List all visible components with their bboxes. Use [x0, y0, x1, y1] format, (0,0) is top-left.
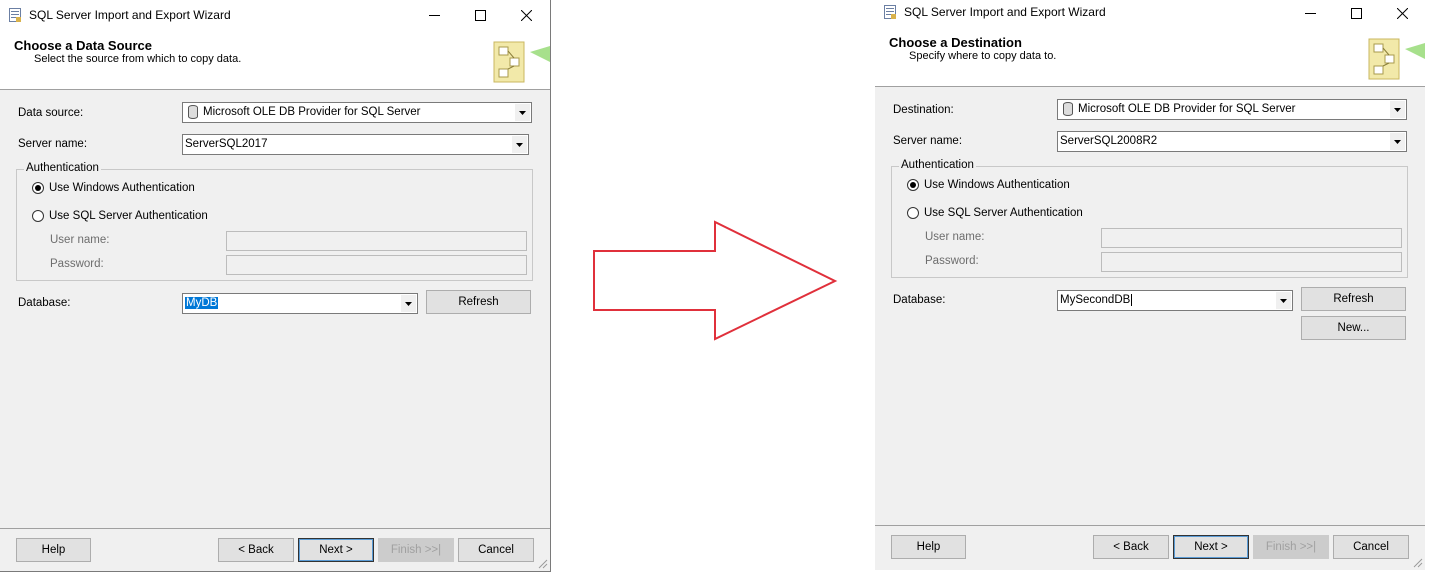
wizard-header: Choose a Data Source Select the source f… [0, 30, 550, 90]
chevron-down-icon [1280, 298, 1287, 303]
title-bar[interactable]: SQL Server Import and Export Wizard [875, 0, 1425, 27]
password-input[interactable] [226, 255, 527, 275]
windows-auth-label[interactable]: Use Windows Authentication [49, 182, 195, 194]
wizard-header-art [493, 41, 550, 83]
chevron-down-icon [1394, 107, 1401, 112]
windows-auth-label[interactable]: Use Windows Authentication [924, 179, 1070, 191]
refresh-button[interactable]: Refresh [1301, 287, 1406, 311]
destination-combo[interactable]: Microsoft OLE DB Provider for SQL Server [1057, 99, 1407, 120]
authentication-group-label: Authentication [24, 162, 101, 174]
destination-dropdown-button[interactable] [1390, 101, 1405, 118]
windows-auth-radio[interactable] [32, 182, 44, 194]
next-button[interactable]: Next > [1173, 535, 1249, 559]
page-subtitle: Select the source from which to copy dat… [34, 53, 242, 65]
sql-auth-radio[interactable] [32, 210, 44, 222]
authentication-group-label: Authentication [899, 159, 976, 171]
user-name-label: User name: [50, 234, 110, 246]
user-name-input[interactable] [1101, 228, 1402, 248]
close-icon [520, 9, 532, 21]
database-combo[interactable]: MyDB [182, 293, 418, 314]
destination-wizard-window: SQL Server Import and Export Wizard Choo… [875, 0, 1425, 570]
user-name-input[interactable] [226, 231, 527, 251]
page-subtitle: Specify where to copy data to. [909, 50, 1057, 62]
footer-divider [0, 528, 550, 529]
window-title: SQL Server Import and Export Wizard [904, 5, 1106, 19]
server-name-combo[interactable]: ServerSQL2008R2 [1057, 131, 1407, 152]
chevron-down-icon [1394, 139, 1401, 144]
title-bar[interactable]: SQL Server Import and Export Wizard [0, 0, 550, 30]
server-name-label: Server name: [893, 135, 963, 147]
database-dropdown-button[interactable] [1276, 292, 1291, 309]
database-label: Database: [893, 294, 946, 306]
next-button[interactable]: Next > [298, 538, 374, 562]
close-button[interactable] [1379, 0, 1425, 27]
data-source-combo[interactable]: Microsoft OLE DB Provider for SQL Server [182, 102, 532, 123]
wizard-app-icon [9, 8, 21, 22]
resize-grip-icon[interactable] [538, 559, 548, 569]
help-button[interactable]: Help [16, 538, 91, 562]
password-label: Password: [925, 255, 979, 267]
database-icon [188, 105, 198, 119]
back-button[interactable]: < Back [1093, 535, 1169, 559]
finish-button: Finish >>| [1253, 535, 1329, 559]
close-icon [1396, 8, 1408, 19]
server-name-label: Server name: [18, 138, 88, 150]
database-value: MyDB [185, 297, 219, 309]
wizard-header: Choose a Destination Specify where to co… [875, 27, 1425, 87]
database-combo[interactable]: MySecondDB [1057, 290, 1293, 311]
wizard-header-art [1368, 38, 1425, 80]
database-dropdown-button[interactable] [401, 295, 416, 312]
maximize-icon [474, 9, 486, 21]
cancel-button[interactable]: Cancel [1333, 535, 1409, 559]
back-button[interactable]: < Back [218, 538, 294, 562]
server-name-dropdown-button[interactable] [512, 136, 527, 153]
right-arrow-icon [593, 220, 838, 341]
maximize-icon [1350, 8, 1362, 19]
new-database-button[interactable]: New... [1301, 316, 1406, 340]
close-button[interactable] [503, 0, 549, 30]
wizard-app-icon [884, 5, 896, 19]
server-name-value: ServerSQL2017 [185, 138, 268, 150]
resize-grip-icon[interactable] [1413, 558, 1423, 568]
sql-auth-label[interactable]: Use SQL Server Authentication [924, 207, 1083, 219]
cancel-button[interactable]: Cancel [458, 538, 534, 562]
data-source-label: Data source: [18, 107, 84, 119]
window-title: SQL Server Import and Export Wizard [29, 8, 231, 22]
server-name-dropdown-button[interactable] [1390, 133, 1405, 150]
sql-auth-radio[interactable] [907, 207, 919, 219]
minimize-button[interactable] [1287, 0, 1333, 27]
footer-divider [875, 525, 1425, 526]
page-title: Choose a Destination [889, 35, 1022, 50]
data-source-value: Microsoft OLE DB Provider for SQL Server [203, 106, 421, 118]
page-title: Choose a Data Source [14, 38, 152, 53]
destination-label: Destination: [893, 104, 954, 116]
minimize-icon [1304, 13, 1316, 14]
password-input[interactable] [1101, 252, 1402, 272]
sql-auth-label[interactable]: Use SQL Server Authentication [49, 210, 208, 222]
data-source-dropdown-button[interactable] [515, 104, 530, 121]
finish-button: Finish >>| [378, 538, 454, 562]
chevron-down-icon [519, 110, 526, 115]
refresh-button[interactable]: Refresh [426, 290, 531, 314]
database-value: MySecondDB [1060, 294, 1133, 306]
database-icon [1063, 102, 1073, 116]
server-name-value: ServerSQL2008R2 [1060, 135, 1158, 147]
server-name-combo[interactable]: ServerSQL2017 [182, 134, 529, 155]
source-wizard-window: SQL Server Import and Export Wizard Choo… [0, 0, 551, 572]
database-label: Database: [18, 297, 71, 309]
minimize-icon [428, 14, 440, 16]
maximize-button[interactable] [1333, 0, 1379, 27]
destination-value: Microsoft OLE DB Provider for SQL Server [1078, 103, 1296, 115]
minimize-button[interactable] [411, 0, 457, 30]
password-label: Password: [50, 258, 104, 270]
maximize-button[interactable] [457, 0, 503, 30]
chevron-down-icon [405, 301, 412, 306]
chevron-down-icon [516, 142, 523, 147]
user-name-label: User name: [925, 231, 985, 243]
help-button[interactable]: Help [891, 535, 966, 559]
windows-auth-radio[interactable] [907, 179, 919, 191]
